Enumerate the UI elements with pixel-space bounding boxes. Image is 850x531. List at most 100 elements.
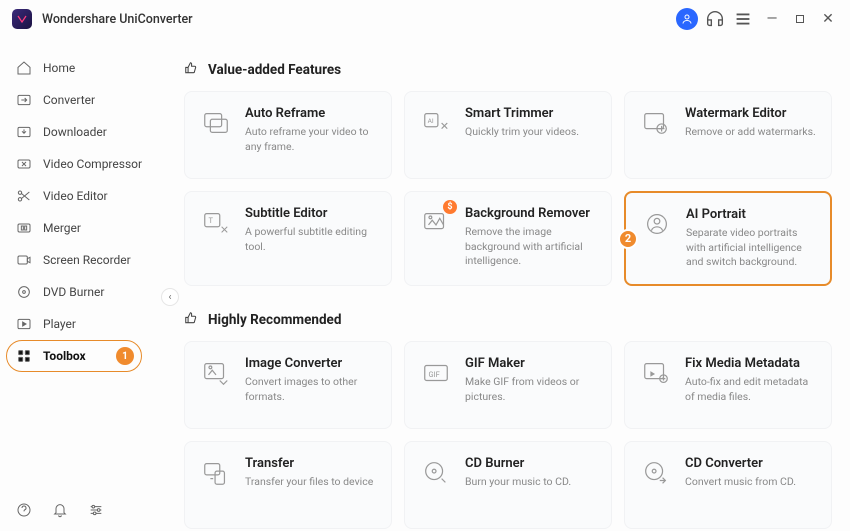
card-desc: Auto-fix and edit metadata of media file…	[685, 375, 817, 404]
sidebar-badge: 1	[116, 347, 134, 365]
card-desc: Transfer your files to device	[245, 475, 377, 490]
section-header-value-added: Value-added Features	[184, 60, 832, 79]
play-icon	[15, 315, 33, 333]
merger-icon	[15, 219, 33, 237]
compress-icon	[15, 155, 33, 173]
card-image-converter[interactable]: Image Converter Convert images to other f…	[184, 341, 392, 429]
titlebar: Wondershare UniConverter — ✕	[0, 0, 850, 38]
section-title: Highly Recommended	[208, 312, 341, 328]
trimmer-icon: AI	[419, 106, 453, 140]
menu-icon[interactable]	[732, 8, 754, 30]
section-header-recommended: Highly Recommended	[184, 310, 832, 329]
settings-sliders-icon[interactable]	[87, 501, 105, 519]
card-desc: Burn your music to CD.	[465, 475, 597, 490]
card-title: CD Converter	[685, 456, 817, 471]
card-transfer[interactable]: Transfer Transfer your files to device	[184, 441, 392, 529]
card-gif-maker[interactable]: GIF GIF Maker Make GIF from videos or pic…	[404, 341, 612, 429]
sidebar-item-player[interactable]: Player	[0, 308, 170, 340]
card-cd-converter[interactable]: CD Converter Convert music from CD.	[624, 441, 832, 529]
sidebar-item-label: Screen Recorder	[43, 253, 131, 267]
help-icon[interactable]	[15, 501, 33, 519]
card-cd-burner[interactable]: CD Burner Burn your music to CD.	[404, 441, 612, 529]
card-desc: Quickly trim your videos.	[465, 125, 597, 140]
card-desc: Convert images to other formats.	[245, 375, 377, 404]
sidebar-item-label: Player	[43, 317, 76, 331]
sidebar-item-downloader[interactable]: Downloader	[0, 116, 170, 148]
thumbs-up-icon	[184, 310, 198, 329]
card-ai-portrait[interactable]: 2 AI PortraitSeparate video portraits wi…	[624, 191, 832, 286]
card-auto-reframe[interactable]: Auto Reframe Auto reframe your video to a…	[184, 91, 392, 179]
card-title: Smart Trimmer	[465, 106, 597, 121]
sidebar-item-toolbox[interactable]: Toolbox 1	[0, 340, 170, 372]
card-desc: Make GIF from videos or pictures.	[465, 375, 597, 404]
sidebar-item-merger[interactable]: Merger	[0, 212, 170, 244]
main-content: Value-added Features Auto Reframe Auto re…	[170, 38, 850, 531]
sidebar-item-dvd-burner[interactable]: DVD Burner	[0, 276, 170, 308]
card-fix-metadata[interactable]: Fix Media MetadataAuto-fix and edit meta…	[624, 341, 832, 429]
sidebar-item-label: Converter	[43, 93, 95, 107]
card-title: CD Burner	[465, 456, 597, 471]
card-title: Background Remover	[465, 206, 597, 221]
sidebar-item-label: Home	[43, 61, 75, 75]
sidebar-item-video-editor[interactable]: Video Editor	[0, 180, 170, 212]
card-background-remover[interactable]: $ Background RemoverRemove the image bac…	[404, 191, 612, 286]
disc-icon	[15, 283, 33, 301]
card-desc: Separate video portraits with artificial…	[686, 226, 816, 270]
card-watermark-editor[interactable]: Watermark Editor Remove or add watermarks…	[624, 91, 832, 179]
card-desc: Convert music from CD.	[685, 475, 817, 490]
toolbox-icon	[15, 347, 33, 365]
sidebar-item-screen-recorder[interactable]: Screen Recorder	[0, 244, 170, 276]
sidebar-item-label: Video Compressor	[43, 157, 142, 171]
section-title: Value-added Features	[208, 62, 341, 78]
user-avatar-button[interactable]	[676, 8, 698, 30]
highlight-badge: 2	[618, 229, 638, 249]
sidebar-item-label: Merger	[43, 221, 81, 235]
svg-text:T: T	[209, 216, 214, 225]
svg-text:AI: AI	[428, 117, 434, 125]
app-title: Wondershare UniConverter	[42, 12, 193, 27]
card-title: AI Portrait	[686, 207, 816, 222]
scissors-icon	[15, 187, 33, 205]
recommended-grid: Image Converter Convert images to other f…	[184, 341, 832, 529]
image-convert-icon	[199, 356, 233, 390]
sidebar: Home Converter Downloader Video Compress…	[0, 38, 170, 531]
sidebar-item-video-compressor[interactable]: Video Compressor	[0, 148, 170, 180]
card-title: GIF Maker	[465, 356, 597, 371]
card-title: Auto Reframe	[245, 106, 377, 121]
transfer-icon	[199, 456, 233, 490]
headset-icon[interactable]	[704, 8, 726, 30]
sidebar-item-converter[interactable]: Converter	[0, 84, 170, 116]
card-title: Transfer	[245, 456, 377, 471]
gif-icon: GIF	[419, 356, 453, 390]
bell-icon[interactable]	[51, 501, 69, 519]
converter-icon	[15, 91, 33, 109]
svg-text:GIF: GIF	[429, 370, 440, 379]
minimize-button[interactable]: —	[762, 9, 782, 29]
sidebar-item-label: Video Editor	[43, 189, 108, 203]
value-added-grid: Auto Reframe Auto reframe your video to a…	[184, 91, 832, 286]
cd-burn-icon	[419, 456, 453, 490]
home-icon	[15, 59, 33, 77]
card-smart-trimmer[interactable]: AI Smart Trimmer Quickly trim your videos…	[404, 91, 612, 179]
close-button[interactable]: ✕	[818, 9, 838, 29]
metadata-icon	[639, 356, 673, 390]
app-logo	[12, 9, 32, 29]
sidebar-footer-icons	[15, 501, 105, 519]
card-title: Subtitle Editor	[245, 206, 377, 221]
card-title: Watermark Editor	[685, 106, 817, 121]
card-subtitle-editor[interactable]: T Subtitle Editor A powerful subtitle edi…	[184, 191, 392, 286]
thumbs-up-icon	[184, 60, 198, 79]
reframe-icon	[199, 106, 233, 140]
sidebar-item-home[interactable]: Home	[0, 52, 170, 84]
maximize-button[interactable]	[790, 9, 810, 29]
card-title: Image Converter	[245, 356, 377, 371]
card-desc: Remove or add watermarks.	[685, 125, 817, 140]
card-desc: A powerful subtitle editing tool.	[245, 225, 377, 254]
card-desc: Auto reframe your video to any frame.	[245, 125, 377, 154]
sidebar-item-label: Toolbox	[43, 349, 86, 363]
sidebar-item-label: DVD Burner	[43, 285, 104, 299]
collapse-sidebar-button[interactable]: ‹	[161, 288, 179, 306]
dollar-badge: $	[443, 200, 457, 214]
recorder-icon	[15, 251, 33, 269]
sidebar-item-label: Downloader	[43, 125, 107, 139]
